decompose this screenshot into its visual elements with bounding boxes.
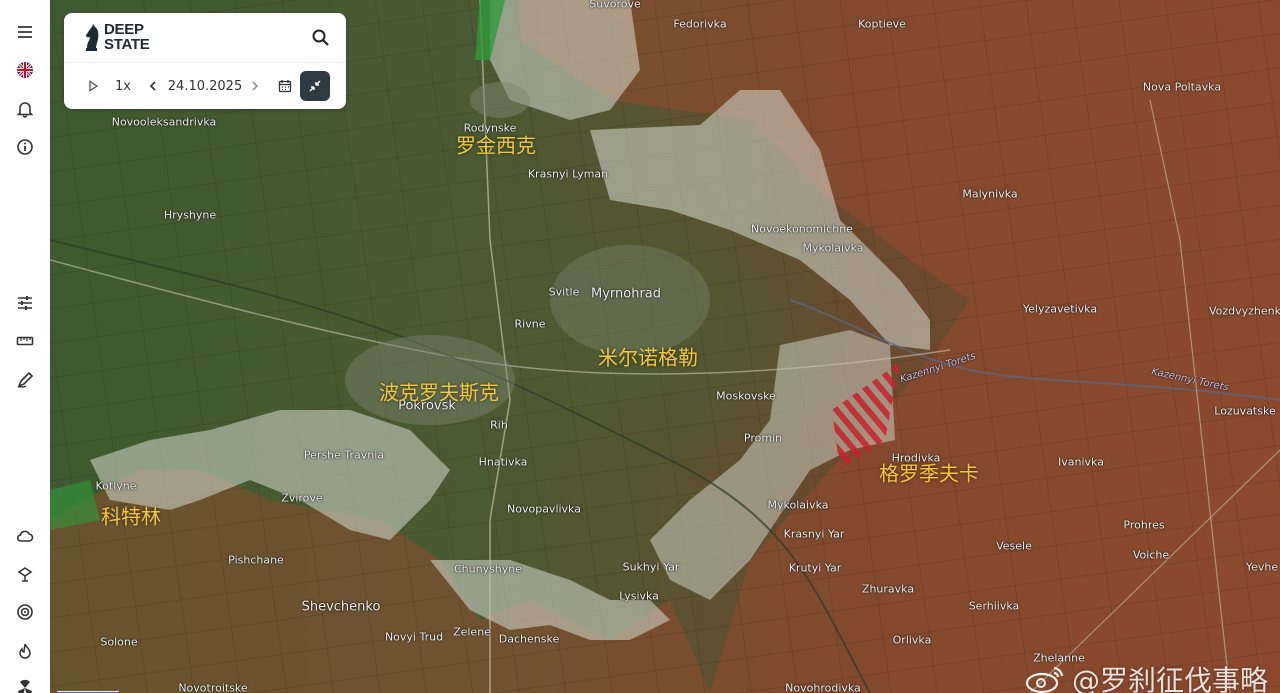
place-label[interactable]: Myrnohrad: [591, 287, 661, 302]
place-label[interactable]: Svitle: [549, 286, 580, 299]
place-label[interactable]: Zvirove: [281, 492, 322, 505]
play-button[interactable]: [82, 71, 104, 101]
radiation-icon[interactable]: [13, 676, 37, 693]
place-label[interactable]: Yelyzavetivka: [1023, 303, 1097, 316]
place-label[interactable]: Mykolaivka: [803, 242, 864, 255]
place-label[interactable]: Serhiivka: [969, 600, 1020, 613]
place-label[interactable]: Lysivka: [619, 590, 659, 603]
place-label[interactable]: Krutyi Yar: [789, 562, 842, 575]
place-label[interactable]: Shevchenko: [302, 600, 381, 615]
place-label[interactable]: Novooleksandrivka: [112, 116, 217, 129]
compare-collapse-button[interactable]: [300, 71, 330, 101]
place-label[interactable]: Novohrodivka: [785, 682, 861, 693]
place-label[interactable]: Mykolaivka: [768, 499, 829, 512]
previous-date-button[interactable]: [142, 71, 164, 101]
place-label[interactable]: Lozuvatske: [1214, 405, 1275, 418]
search-icon[interactable]: [310, 27, 332, 49]
logo-text-line2: STATE: [104, 36, 150, 53]
timeline-controls: 1x 24.10.2025: [82, 71, 332, 101]
place-label[interactable]: Novopavlivka: [507, 503, 581, 516]
place-label[interactable]: Promin: [744, 432, 782, 445]
menu-icon[interactable]: [13, 20, 37, 44]
place-label[interactable]: Solone: [100, 636, 137, 649]
sliders-icon[interactable]: [13, 291, 37, 315]
weibo-logo-icon: [1025, 666, 1064, 693]
place-label[interactable]: Vesele: [996, 540, 1032, 553]
place-label[interactable]: Rivne: [515, 318, 546, 331]
annotation-myrnohrad: 米尔诺格勒: [598, 345, 698, 370]
place-label[interactable]: Novotroitske: [178, 682, 247, 693]
place-label[interactable]: Rih: [490, 419, 508, 432]
radar-icon[interactable]: [13, 600, 37, 624]
left-toolbar: [0, 0, 50, 693]
watermark-text: @罗刹征伐事略: [1071, 664, 1268, 693]
play-icon: [89, 80, 99, 92]
place-label[interactable]: Vozdvyzhenk: [1209, 305, 1280, 318]
place-label[interactable]: Krasnyi Yar: [784, 528, 845, 541]
place-label[interactable]: Yevhe: [1246, 561, 1278, 574]
current-date[interactable]: 24.10.2025: [168, 71, 242, 101]
place-label[interactable]: Sukhyi Yar: [623, 561, 680, 574]
place-label[interactable]: Zhuravka: [862, 583, 914, 596]
urban-area: [470, 82, 530, 118]
place-label[interactable]: Malynivka: [962, 188, 1017, 201]
deepstate-logo[interactable]: DEEP STATE: [82, 21, 150, 53]
calendar-icon: [278, 80, 292, 93]
playback-speed[interactable]: 1x: [110, 71, 136, 101]
bell-icon[interactable]: [13, 97, 37, 121]
place-label[interactable]: Fedorivka: [673, 18, 726, 31]
satellite-icon[interactable]: [13, 562, 37, 586]
place-label[interactable]: Koptieve: [858, 18, 906, 31]
chevron-right-icon: [252, 81, 259, 91]
fire-icon[interactable]: [13, 639, 37, 663]
uk-flag-icon[interactable]: [13, 58, 37, 82]
panel-divider: [64, 62, 346, 63]
annotation-pokrovsk: 波克罗夫斯克: [379, 380, 499, 405]
place-label[interactable]: Moskovske: [716, 390, 776, 403]
place-label[interactable]: Novyi Trud: [385, 631, 443, 644]
place-label[interactable]: Hnativka: [479, 456, 528, 469]
place-label[interactable]: Suvorove: [589, 0, 640, 11]
place-label[interactable]: Zelene: [453, 626, 491, 639]
place-label[interactable]: Kotlyne: [95, 480, 136, 493]
place-label[interactable]: Nova Poltavka: [1143, 81, 1221, 94]
collapse-arrows-icon: [309, 80, 321, 92]
control-panel: DEEP STATE 1x 24.10.2025: [64, 13, 346, 109]
watermark: @罗刹征伐事略: [1024, 659, 1268, 693]
cloud-icon[interactable]: [13, 524, 37, 548]
ruler-icon[interactable]: [13, 329, 37, 353]
calendar-button[interactable]: [274, 71, 296, 101]
annotation-kotlyne: 科特林: [101, 504, 161, 529]
logo-text-line1: DEEP: [104, 21, 144, 38]
place-label[interactable]: Pershe Travnia: [304, 449, 384, 462]
place-label[interactable]: Hryshyne: [164, 209, 216, 222]
place-label[interactable]: Chunyshyne: [454, 563, 522, 576]
place-label[interactable]: Dachenske: [499, 633, 559, 646]
place-label[interactable]: Krasnyi Lyman: [528, 168, 608, 181]
knight-logo-icon: [86, 24, 99, 51]
place-label[interactable]: Novoekonomichne: [751, 223, 853, 236]
next-date-button[interactable]: [244, 71, 266, 101]
place-label[interactable]: Pishchane: [228, 554, 284, 567]
place-label[interactable]: Voiche: [1133, 549, 1169, 562]
annotation-hrodivka: 格罗季夫卡: [879, 461, 979, 486]
chevron-left-icon: [149, 81, 156, 91]
info-icon[interactable]: [13, 135, 37, 159]
place-label[interactable]: Prohres: [1123, 519, 1164, 532]
place-label[interactable]: Orlivka: [893, 634, 932, 647]
draw-icon[interactable]: [13, 368, 37, 392]
app: Suvorove Fedorivka Koptieve Novooleksand…: [0, 0, 1280, 693]
annotation-rodynske: 罗金西克: [456, 133, 536, 158]
place-label[interactable]: Ivanivka: [1058, 456, 1104, 469]
